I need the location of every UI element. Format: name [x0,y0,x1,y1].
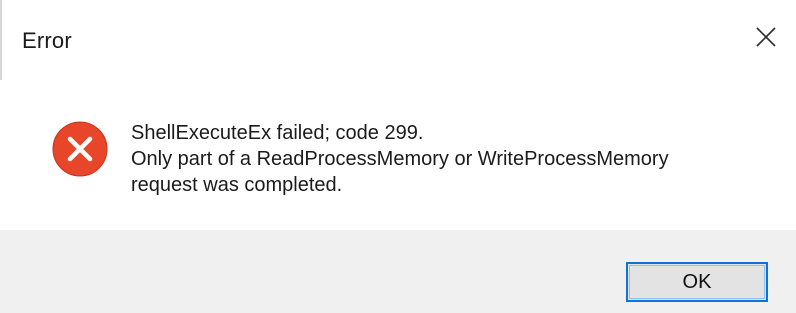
error-icon [52,121,108,177]
ok-button[interactable]: OK [626,262,768,302]
message-line-2: Only part of a ReadProcessMemory or Writ… [131,148,669,170]
close-icon [755,26,777,48]
message-area: ShellExecuteEx failed; code 299. Only pa… [0,80,796,230]
error-dialog: Error ShellExecuteEx failed; code 299. O… [0,0,796,313]
message-line-1: ShellExecuteEx failed; code 299. [131,122,424,144]
close-button[interactable] [740,14,792,60]
title-bar[interactable]: Error [0,0,796,80]
error-message: ShellExecuteEx failed; code 299. Only pa… [131,120,771,198]
window-title: Error [22,28,72,53]
message-line-3: request was completed. [131,174,343,196]
